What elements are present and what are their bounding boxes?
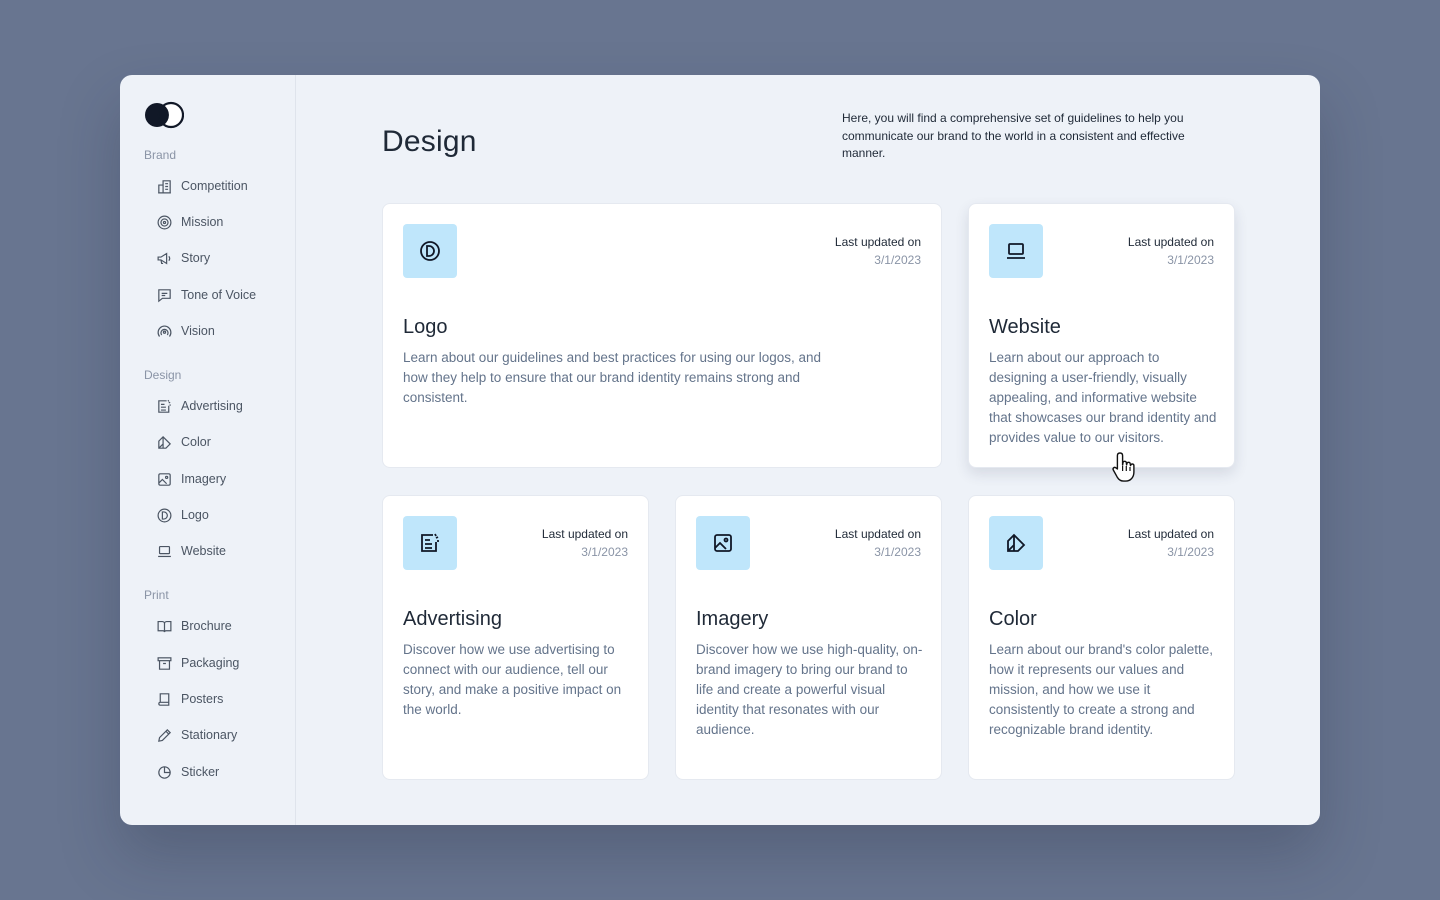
card-imagery[interactable]: Last updated on 3/1/2023 Imagery Discove… — [675, 495, 942, 780]
page-intro: Here, you will find a comprehensive set … — [842, 111, 1185, 160]
signal-icon — [157, 324, 172, 337]
last-updated-label: Last updated on — [1127, 235, 1214, 249]
card-title: Imagery — [696, 608, 769, 630]
hand-pointer-cursor — [1112, 452, 1135, 482]
sidebar: Brand Competition Mission Story Tone of … — [120, 75, 296, 825]
sidebar-item-label: Website — [181, 544, 226, 558]
last-updated-date: 3/1/2023 — [874, 252, 921, 267]
last-updated: Last updated on 3/1/2023 — [1128, 526, 1214, 561]
sidebar-item-stationary[interactable]: Stationary — [156, 723, 237, 747]
sidebar-item-packaging[interactable]: Packaging — [156, 651, 239, 675]
logo-d-icon — [420, 241, 440, 261]
megaphone-icon — [157, 251, 171, 265]
sidebar-section-print: Print — [144, 588, 169, 602]
sidebar-item-imagery[interactable]: Imagery — [156, 467, 226, 491]
card-description: Learn about our brand's color palette, h… — [989, 642, 1213, 737]
sidebar-item-mission[interactable]: Mission — [156, 210, 223, 234]
message-icon — [158, 288, 171, 302]
sidebar-item-brochure[interactable]: Brochure — [156, 614, 232, 638]
last-updated: Last updated on 3/1/2023 — [835, 526, 921, 561]
sidebar-item-label: Sticker — [181, 765, 220, 779]
sidebar-item-label: Competition — [181, 179, 248, 193]
sidebar-item-label: Packaging — [181, 656, 240, 670]
sidebar-item-label: Advertising — [181, 399, 243, 413]
last-updated-label: Last updated on — [541, 527, 628, 541]
ad-icon — [158, 399, 171, 413]
card-icon-tile — [403, 224, 457, 278]
sidebar-item-color[interactable]: Color — [156, 430, 211, 454]
last-updated-date: 3/1/2023 — [1167, 252, 1214, 267]
logo-d-icon — [157, 508, 172, 522]
sidebar-section-design: Design — [144, 368, 182, 382]
main-content: Design Here, you will find a comprehensi… — [296, 75, 1320, 825]
card-title: Advertising — [403, 608, 502, 630]
card-advertising[interactable]: Last updated on 3/1/2023 Advertising Dis… — [382, 495, 649, 780]
last-updated-label: Last updated on — [834, 235, 921, 249]
card-icon-tile — [403, 516, 457, 570]
card-icon-tile — [696, 516, 750, 570]
card-logo[interactable]: Last updated on 3/1/2023 Logo Learn abou… — [382, 203, 942, 468]
last-updated: Last updated on 3/1/2023 — [1128, 234, 1214, 269]
last-updated-label: Last updated on — [834, 527, 921, 541]
card-description: Discover how we use advertising to conne… — [403, 642, 622, 717]
laptop-icon — [158, 545, 171, 557]
sidebar-item-story[interactable]: Story — [156, 246, 210, 270]
pencil-icon — [158, 728, 172, 742]
target-icon — [157, 215, 172, 229]
sidebar-item-label: Posters — [181, 692, 224, 706]
card-description: Learn about our guidelines and best prac… — [403, 350, 822, 405]
last-updated-date: 3/1/2023 — [1167, 544, 1214, 559]
sidebar-item-competition[interactable]: Competition — [156, 174, 248, 198]
sidebar-item-website[interactable]: Website — [156, 539, 226, 563]
laptop-icon — [1007, 243, 1025, 259]
building-icon — [158, 179, 171, 193]
card-title: Color — [989, 608, 1037, 630]
last-updated-label: Last updated on — [1127, 527, 1214, 541]
card-description: Discover how we use high-quality, on-bra… — [696, 642, 923, 737]
brand-logo — [145, 101, 184, 129]
sidebar-section-brand: Brand — [144, 148, 177, 162]
sidebar-item-sticker[interactable]: Sticker — [156, 760, 219, 784]
last-updated-date: 3/1/2023 — [581, 544, 628, 559]
sidebar-item-label: Stationary — [181, 728, 238, 742]
sidebar-item-label: Color — [181, 435, 211, 449]
poster-icon — [158, 692, 170, 706]
sidebar-item-label: Logo — [181, 508, 209, 522]
sidebar-item-label: Tone of Voice — [181, 288, 257, 302]
sidebar-item-logo[interactable]: Logo — [156, 503, 209, 527]
color-swatch-icon — [158, 435, 172, 449]
sidebar-item-label: Imagery — [181, 472, 227, 486]
last-updated: Last updated on 3/1/2023 — [542, 526, 628, 561]
card-icon-tile — [989, 224, 1043, 278]
color-swatch-icon — [1007, 533, 1026, 552]
image-icon — [714, 534, 732, 552]
book-icon — [157, 620, 172, 632]
page-title: Design — [382, 125, 477, 158]
card-title: Logo — [403, 316, 448, 338]
sticker-icon — [158, 765, 171, 779]
card-icon-tile — [989, 516, 1043, 570]
sidebar-item-label: Story — [181, 251, 211, 265]
app-window: Brand Competition Mission Story Tone of … — [120, 75, 1320, 825]
card-description: Learn about our approach to designing a … — [989, 350, 1217, 445]
sidebar-item-label: Mission — [181, 215, 224, 229]
sidebar-item-label: Brochure — [181, 619, 232, 633]
sidebar-item-label: Vision — [181, 324, 215, 338]
sidebar-item-posters[interactable]: Posters — [156, 687, 223, 711]
card-website[interactable]: Last updated on 3/1/2023 Website Learn a… — [968, 203, 1235, 468]
sidebar-item-tone-of-voice[interactable]: Tone of Voice — [156, 283, 256, 307]
card-title: Website — [989, 316, 1061, 338]
last-updated: Last updated on 3/1/2023 — [835, 234, 921, 269]
card-color[interactable]: Last updated on 3/1/2023 Color Learn abo… — [968, 495, 1235, 780]
sidebar-item-vision[interactable]: Vision — [156, 319, 215, 343]
archive-icon — [157, 656, 172, 670]
ad-icon — [421, 533, 439, 552]
image-icon — [158, 472, 171, 486]
sidebar-item-advertising[interactable]: Advertising — [156, 394, 243, 418]
last-updated-date: 3/1/2023 — [874, 544, 921, 559]
